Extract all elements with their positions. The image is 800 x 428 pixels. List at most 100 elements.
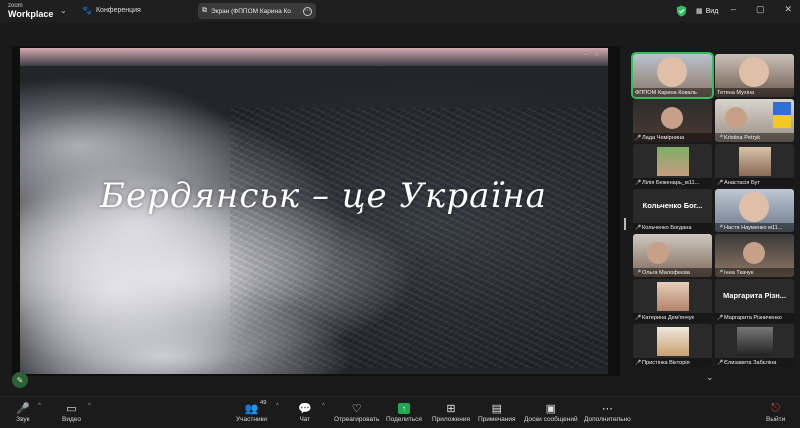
participant-tile[interactable]: 🎤 Ольга Малофеєва — [633, 234, 712, 277]
ukraine-flag-icon — [773, 102, 791, 128]
participant-face — [743, 242, 765, 264]
meeting-label: Конференция — [95, 7, 141, 14]
participant-name: 🎤 Лада Чемірнина — [633, 133, 712, 142]
participants-options-caret-icon[interactable]: ^ — [276, 403, 279, 409]
react-label: Отреагировать — [334, 416, 380, 423]
mic-muted-icon: 🎤 — [635, 269, 642, 276]
meeting-info[interactable]: 🐾 Конференция — [82, 6, 141, 15]
top-bar: zoom Workplace ⌄ 🐾 Конференция ⧉ Экран (… — [0, 0, 800, 22]
shared-video-frame: – □ Бердянськ – це Україна — [20, 48, 608, 374]
participant-name-text: Кольченко Богдана — [642, 224, 692, 231]
shared-maximize-icon: □ — [594, 52, 598, 58]
share-label: Поделиться — [386, 416, 422, 423]
mic-muted-icon: 🎤 — [16, 402, 30, 415]
share-options-icon[interactable]: ⋯ — [303, 6, 312, 16]
participant-name: 🎤 Маргарита Різниченко — [715, 313, 794, 322]
view-button[interactable]: ▦ Вид — [696, 7, 718, 16]
minimize-icon[interactable]: – — [731, 4, 736, 15]
participant-name-text: Kristina Petryk — [724, 134, 761, 141]
screen-share-icon: ⧉ — [202, 7, 207, 14]
participant-face — [739, 57, 769, 87]
participant-name-text: Лада Чемірнина — [642, 134, 685, 141]
video-options-caret-icon[interactable]: ^ — [88, 403, 91, 409]
participant-tile[interactable]: 🎤 Анастасія Бут — [715, 144, 794, 187]
meeting-toolbar: 🎤 Звук ^ ▭ Видео ^ 👥 Участники 49 ^ 💬 Ча… — [0, 396, 800, 428]
participant-tile[interactable]: Маргарита Різн... 🎤 Маргарита Різниченко — [715, 279, 794, 322]
participant-name: 🎤 Пристінка Вікторія — [633, 358, 712, 367]
participant-name-text: Інна Ткачук — [724, 269, 754, 276]
chat-button[interactable]: 💬 Чат — [298, 401, 312, 424]
mic-muted-icon: 🎤 — [717, 179, 724, 186]
leave-button[interactable]: ⎋ Выйти — [766, 401, 785, 424]
notes-label: Примечания — [478, 416, 516, 423]
zoom-logo: zoom Workplace — [8, 2, 54, 19]
heart-icon: ♡ — [351, 402, 362, 415]
window-controls: – ▢ ✕ — [731, 4, 792, 15]
chat-label: Чат — [299, 416, 311, 423]
participants-label: Участники — [236, 416, 268, 423]
participant-name: 🎤 Лілія Беженарь_м11... — [633, 178, 712, 187]
screen-share-chip[interactable]: ⧉ Экран (ФППОМ Карина Ко ⋯ — [198, 3, 316, 19]
mic-muted-icon: 🎤 — [635, 134, 642, 141]
participant-tile[interactable]: 🎤 Лілія Беженарь_м11... — [633, 144, 712, 187]
whiteboard-icon: ▣ — [545, 402, 557, 415]
participant-tile[interactable]: 🎤 Настя Науменко м11... — [715, 189, 794, 232]
participant-photo — [657, 282, 689, 311]
shield-check-icon[interactable] — [676, 5, 687, 17]
video-label: Видео — [62, 416, 81, 423]
participant-tile[interactable]: 🎤 Kristina Petryk — [715, 99, 794, 142]
participant-tile[interactable]: 🎤 Єлизавета Забєліна — [715, 324, 794, 367]
close-icon[interactable]: ✕ — [784, 4, 792, 15]
chat-options-caret-icon[interactable]: ^ — [322, 403, 325, 409]
share-screen-icon: ↑ — [397, 401, 410, 415]
participant-name: ФППОМ Карина Коваль — [633, 88, 712, 97]
video-button[interactable]: ▭ Видео — [62, 401, 81, 424]
participant-photo — [737, 327, 773, 356]
participant-tile[interactable]: 🎤 Пристінка Вікторія — [633, 324, 712, 367]
participant-name-text: Тетяна Мухіна — [717, 89, 755, 96]
mic-muted-icon: 🎤 — [717, 224, 724, 231]
share-button[interactable]: ↑ Поделиться — [386, 401, 422, 423]
participant-tile[interactable]: 🎤 Лада Чемірнина — [633, 99, 712, 142]
more-button[interactable]: ⋯ Дополнительно — [584, 401, 631, 424]
participant-name-text: Маргарита Різниченко — [724, 314, 782, 321]
participant-name: 🎤 Анастасія Бут — [715, 178, 794, 187]
audio-button[interactable]: 🎤 Звук — [16, 401, 30, 424]
mic-muted-icon: 🎤 — [717, 269, 724, 276]
participant-tile[interactable]: 🎤 Інна Ткачук — [715, 234, 794, 277]
notes-button[interactable]: ▤ Примечания — [478, 401, 516, 424]
participant-name: 🎤 Інна Ткачук — [715, 268, 794, 277]
app-menu-chevron-icon[interactable]: ⌄ — [60, 6, 67, 15]
react-button[interactable]: ♡ Отреагировать — [334, 401, 380, 424]
participant-tile[interactable]: 🎤 Катерина Дем'янчук — [633, 279, 712, 322]
participant-name-text: Лілія Беженарь_м11... — [642, 179, 700, 186]
maximize-icon[interactable]: ▢ — [756, 4, 765, 15]
participant-tile[interactable]: Тетяна Мухіна — [715, 54, 794, 97]
annotate-pen-icon[interactable]: ✎ — [12, 372, 28, 388]
participant-photo — [739, 147, 771, 176]
participant-name: 🎤 Настя Науменко м11... — [715, 223, 794, 232]
whiteboards-button[interactable]: ▣ Доски сообщений — [524, 401, 578, 424]
apps-grid-icon: ⊞ — [446, 402, 456, 415]
participant-name: Тетяна Мухіна — [715, 88, 794, 97]
gallery-scroll-down-icon[interactable]: ⌄ — [706, 372, 714, 383]
split-view-handle[interactable] — [624, 218, 626, 230]
more-dots-icon: ⋯ — [601, 402, 613, 415]
participant-name-text: Єлизавета Забєліна — [724, 359, 777, 366]
logo-line2: Workplace — [8, 9, 54, 19]
apps-button[interactable]: ⊞ Приложения — [432, 401, 470, 424]
participant-name-text: Анастасія Бут — [724, 179, 760, 186]
leave-icon: ⎋ — [771, 401, 780, 414]
participant-gallery: ФППОМ Карина Коваль Тетяна Мухіна 🎤 Лада … — [631, 52, 795, 372]
video-title-overlay: Бердянськ – це Україна — [100, 176, 547, 216]
mic-muted-icon: 🎤 — [635, 179, 642, 186]
participant-name-text: Катерина Дем'янчук — [642, 314, 694, 321]
participant-name-text: ФППОМ Карина Коваль — [635, 89, 697, 96]
participant-tile[interactable]: ФППОМ Карина Коваль — [631, 52, 714, 99]
participant-name-text: Ольга Малофеєва — [642, 269, 690, 276]
participant-face — [661, 107, 683, 129]
audio-options-caret-icon[interactable]: ^ — [38, 403, 41, 409]
participant-tile[interactable]: Кольченко Бог... 🎤 Кольченко Богдана — [633, 189, 712, 232]
notes-icon: ▤ — [491, 402, 502, 415]
paw-icon: 🐾 — [82, 6, 92, 15]
